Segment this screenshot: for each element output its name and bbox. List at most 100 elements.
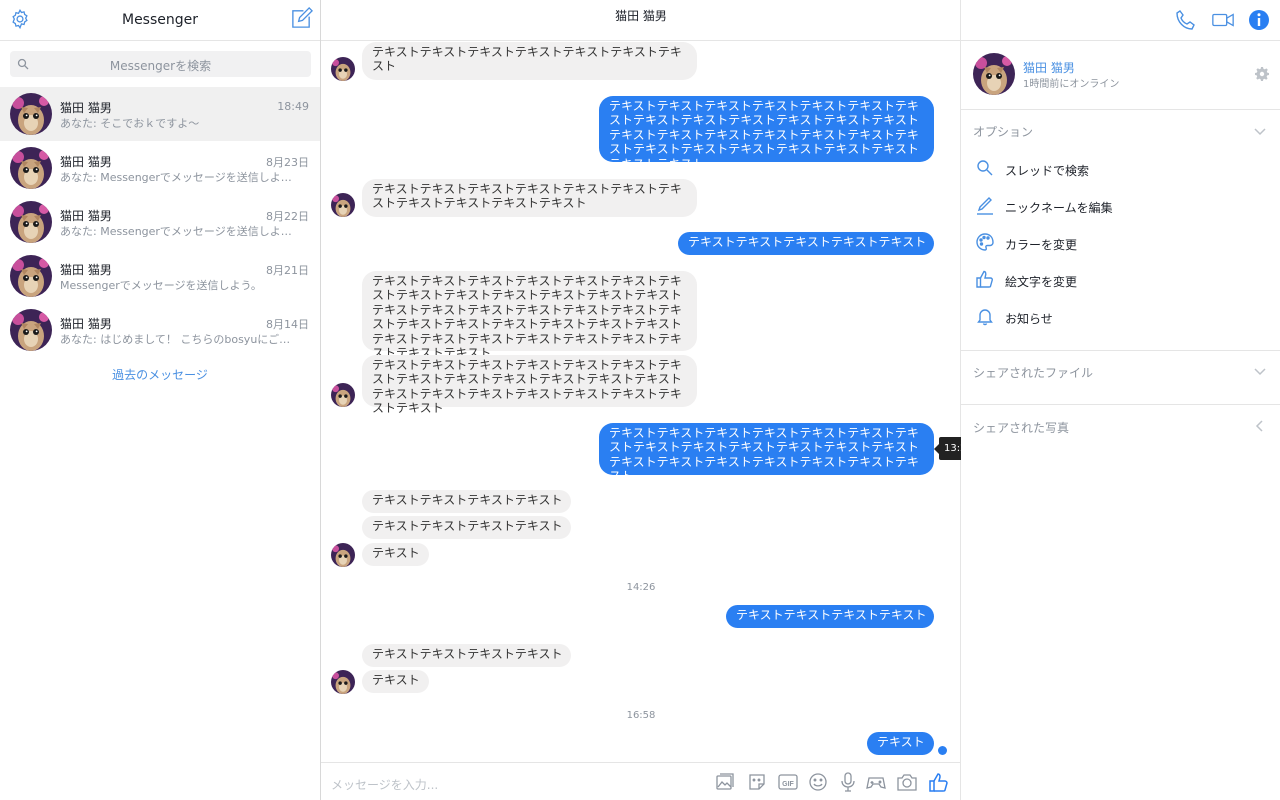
settings-gear-icon[interactable] (1254, 66, 1270, 82)
incoming-message: テキストテキストテキストテキストテキストテキストテキストテキストテキストテキスト… (362, 271, 697, 360)
option-change-emoji[interactable]: 絵文字を変更 (973, 266, 1268, 296)
chat-title: 猫田 猫男 (615, 9, 667, 23)
chat-header: 猫田 猫男 (321, 0, 1280, 41)
palette-icon (976, 233, 994, 251)
sticker-icon[interactable] (746, 771, 768, 793)
emoji-icon[interactable] (807, 771, 829, 793)
conversation-name: 猫田 猫男 (60, 101, 112, 115)
option-change-color[interactable]: カラーを変更 (973, 229, 1268, 259)
conversation-name: 猫田 猫男 (60, 263, 112, 277)
incoming-message: テキストテキストテキストテキスト (362, 490, 571, 513)
conversation-snippet: あなた: Messengerでメッセージを送信しよう。 (60, 171, 292, 184)
avatar (10, 255, 52, 297)
conversation-time: 8月23日 (266, 156, 309, 169)
message-composer: メッセージを入力... GIF (321, 762, 961, 800)
profile-name[interactable]: 猫田 猫男 (1023, 59, 1075, 76)
incoming-message: テキスト (362, 543, 429, 566)
conversation-name: 猫田 猫男 (60, 209, 112, 223)
shared-files-title[interactable]: シェアされたファイル (973, 364, 1093, 381)
incoming-message: テキストテキストテキストテキストテキストテキストテキストテキストテキストテキスト… (362, 355, 697, 415)
game-controller-icon[interactable] (865, 771, 887, 793)
thumbs-up-icon[interactable] (928, 771, 950, 793)
conversation-name: 猫田 猫男 (60, 317, 112, 331)
incoming-message: テキストテキストテキストテキスト (362, 644, 571, 667)
incoming-message: テキストテキストテキストテキストテキストテキストテキスト (362, 42, 697, 80)
outgoing-message: テキストテキストテキストテキストテキスト (678, 232, 934, 255)
sidebar-header: Messenger (0, 0, 320, 41)
options-section-title[interactable]: オプション (973, 123, 1033, 140)
timestamp: 14:26 (626, 582, 656, 593)
divider (961, 404, 1280, 405)
avatar (331, 383, 355, 407)
avatar (331, 193, 355, 217)
avatar (973, 53, 1015, 95)
conversation-time: 8月21日 (266, 264, 309, 277)
incoming-message: テキスト (362, 670, 429, 693)
outgoing-message: テキストテキストテキストテキストテキストテキストテキストテキストテキストテキスト… (599, 96, 934, 171)
conversation-time: 8月14日 (266, 318, 309, 331)
sidebar-title: Messenger (121, 12, 199, 28)
search-input[interactable]: Messengerを検索 (10, 51, 311, 77)
option-label: お知らせ (1005, 312, 1053, 326)
chat-panel: 猫田 猫男 テキストテキストテキストテキストテキストテキストテキスト テキストテ… (321, 0, 1280, 800)
chevron-left-icon[interactable] (1253, 419, 1267, 433)
profile-status: 1時間前にオンライン (1023, 79, 1120, 90)
image-icon[interactable] (714, 771, 736, 793)
microphone-icon[interactable] (837, 771, 859, 793)
incoming-message: テキストテキストテキストテキスト (362, 516, 571, 539)
incoming-message: テキストテキストテキストテキストテキストテキストテキストテキストテキストテキスト… (362, 179, 697, 217)
gif-icon[interactable]: GIF (777, 771, 799, 793)
conversation-item[interactable]: 猫田 猫男 8月23日 あなた: Messengerでメッセージを送信しよう。 (0, 141, 320, 195)
divider (961, 350, 1280, 351)
conversation-item[interactable]: 猫田 猫男 8月14日 あなた: はじめまして！ こちらのbosyuにご応募いた… (0, 303, 320, 357)
avatar (10, 147, 52, 189)
conversation-snippet: あなた: そこでおｋですよ〜 (60, 117, 200, 130)
option-label: スレッドで検索 (1005, 164, 1090, 178)
option-label: 絵文字を変更 (1005, 275, 1078, 289)
outgoing-message: テキスト (867, 732, 934, 755)
message-input[interactable]: メッセージを入力... (331, 776, 438, 793)
conversation-name: 猫田 猫男 (60, 155, 112, 169)
chevron-down-icon[interactable] (1253, 364, 1267, 378)
search-placeholder: Messengerを検索 (109, 59, 212, 73)
conversation-snippet: あなた: はじめまして！ こちらのbosyuにご応募いただき (60, 333, 292, 346)
conversation-item[interactable]: 猫田 猫男 18:49 あなた: そこでおｋですよ〜 (0, 87, 320, 141)
avatar (10, 309, 52, 351)
svg-text:GIF: GIF (782, 781, 794, 788)
bell-icon (977, 309, 993, 326)
avatar (331, 543, 355, 567)
conversation-item[interactable]: 猫田 猫男 8月22日 あなた: Messengerでメッセージを送信しよう。 (0, 195, 320, 249)
video-camera-icon[interactable] (1211, 8, 1235, 32)
chevron-down-icon[interactable] (1253, 124, 1267, 138)
option-label: ニックネームを編集 (1005, 201, 1113, 215)
seen-check-icon (938, 746, 947, 755)
avatar (331, 57, 355, 81)
outgoing-message: テキストテキストテキストテキストテキストテキストテキストテキストテキストテキスト… (599, 423, 934, 483)
conversation-snippet: あなた: Messengerでメッセージを送信しよう。 (60, 225, 292, 238)
outgoing-message: テキストテキストテキストテキスト (726, 605, 934, 628)
option-label: カラーを変更 (1005, 238, 1078, 252)
option-notifications[interactable]: お知らせ (973, 303, 1268, 333)
avatar (331, 670, 355, 694)
conversation-time: 8月22日 (266, 210, 309, 223)
pencil-icon (977, 197, 993, 215)
timestamp: 16:58 (626, 710, 656, 721)
info-icon[interactable] (1247, 8, 1271, 32)
thumbs-up-icon (976, 270, 994, 288)
shared-photos-title[interactable]: シェアされた写真 (973, 419, 1069, 436)
avatar (10, 201, 52, 243)
conversation-item[interactable]: 猫田 猫男 8月21日 Messengerでメッセージを送信しよう。 (0, 249, 320, 303)
conversation-details-panel: 猫田 猫男 1時間前にオンライン オプション スレッドで検索 ニックネームを編集… (961, 41, 1280, 800)
conversation-time: 18:49 (277, 100, 309, 113)
divider (961, 109, 1280, 110)
compose-icon[interactable] (290, 7, 313, 30)
older-messages-link[interactable]: 過去のメッセージ (0, 366, 320, 383)
phone-icon[interactable] (1174, 8, 1198, 32)
camera-icon[interactable] (896, 771, 918, 793)
option-edit-nickname[interactable]: ニックネームを編集 (973, 192, 1268, 222)
conversation-snippet: Messengerでメッセージを送信しよう。 (60, 279, 262, 292)
option-search-thread[interactable]: スレッドで検索 (973, 155, 1268, 185)
search-icon (977, 160, 993, 176)
conversation-sidebar: Messenger Messengerを検索 猫田 猫男 18:49 あなた: … (0, 0, 321, 800)
avatar (10, 93, 52, 135)
